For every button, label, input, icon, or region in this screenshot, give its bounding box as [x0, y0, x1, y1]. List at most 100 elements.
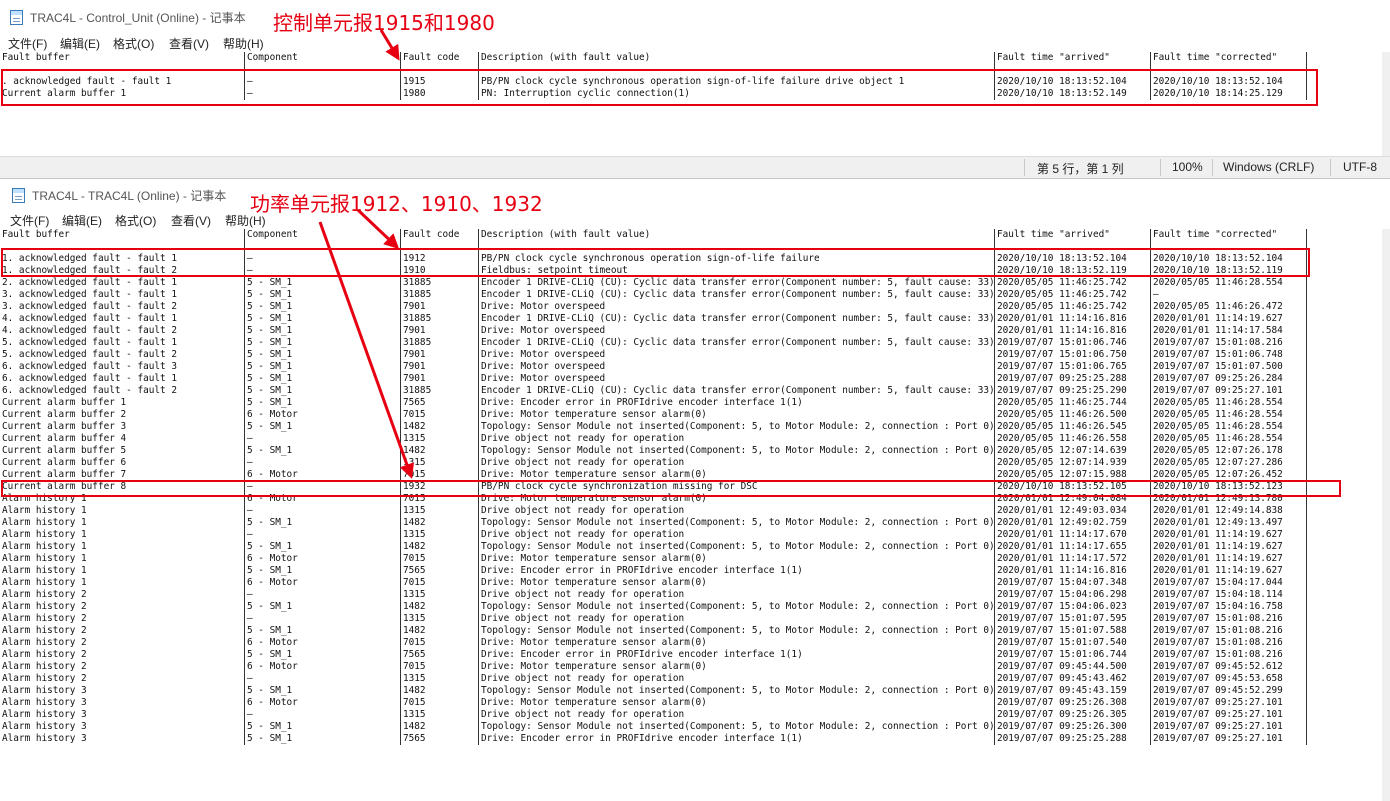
table-cell: —	[247, 433, 253, 444]
column-separator	[478, 505, 479, 517]
menu-help[interactable]: 帮助(H)	[223, 35, 264, 52]
table-cell: Topology: Sensor Module not inserted(Com…	[481, 625, 995, 636]
column-separator	[1150, 433, 1151, 445]
table-cell: 2020/10/10 18:13:52.104	[997, 76, 1127, 87]
column-separator	[1306, 601, 1307, 613]
column-separator	[478, 289, 479, 301]
table-cell: 1912	[403, 253, 426, 264]
table-cell: 5 - SM_1	[247, 337, 293, 348]
column-separator	[244, 265, 245, 277]
column-separator	[994, 577, 995, 589]
table-cell: 7015	[403, 577, 426, 588]
table-cell: Encoder 1 DRIVE-CLiQ (CU): Cyclic data t…	[481, 313, 995, 324]
text-editor-area[interactable]: Fault buffer Component Fault code Descripti…	[0, 229, 1390, 801]
column-separator	[478, 493, 479, 505]
table-cell: Alarm history 1	[2, 517, 87, 528]
column-separator	[1150, 529, 1151, 541]
title-bar[interactable]: TRAC4L - TRAC4L (Online) - 记事本	[0, 179, 1390, 213]
column-separator	[994, 481, 995, 493]
column-separator	[1306, 301, 1307, 313]
table-cell: 5 - SM_1	[247, 397, 293, 408]
table-cell: 2019/07/07 15:01:08.216	[1153, 649, 1283, 660]
column-separator	[1150, 76, 1151, 88]
column-separator	[400, 493, 401, 505]
table-cell: 2019/07/07 15:01:08.216	[1153, 613, 1283, 624]
column-separator	[1150, 577, 1151, 589]
column-separator	[1150, 469, 1151, 481]
column-separator	[478, 337, 479, 349]
table-cell: 1482	[403, 517, 426, 528]
table-cell: 2019/07/07 15:01:06.746	[997, 337, 1127, 348]
vertical-scrollbar[interactable]	[1382, 52, 1390, 156]
column-separator	[244, 481, 245, 493]
column-separator	[244, 577, 245, 589]
column-separator	[478, 553, 479, 565]
column-separator	[1150, 481, 1151, 493]
table-cell: 1. acknowledged fault - fault 1	[2, 253, 177, 264]
column-separator	[400, 325, 401, 337]
menu-edit[interactable]: 编辑(E)	[60, 35, 100, 52]
table-cell: 2019/07/07 15:01:06.765	[997, 361, 1127, 372]
table-cell: 2019/07/07 15:04:16.758	[1153, 601, 1283, 612]
menu-format[interactable]: 格式(O)	[115, 212, 156, 229]
column-separator	[1306, 421, 1307, 433]
column-separator	[1150, 709, 1151, 721]
column-separator	[1150, 397, 1151, 409]
column-separator	[400, 88, 401, 100]
column-separator	[478, 385, 479, 397]
column-separator	[244, 313, 245, 325]
column-separator	[244, 88, 245, 100]
column-separator	[244, 277, 245, 289]
table-cell: 1315	[403, 505, 426, 516]
table-cell: 2019/07/07 15:01:06.750	[997, 349, 1127, 360]
column-separator	[244, 337, 245, 349]
table-cell: 7901	[403, 361, 426, 372]
column-separator	[400, 673, 401, 685]
column-separator	[244, 421, 245, 433]
table-cell: 31885	[403, 385, 432, 396]
column-separator	[244, 409, 245, 421]
column-separator	[244, 52, 245, 64]
table-cell: 2020/10/10 18:13:52.104	[1153, 253, 1283, 264]
menu-edit[interactable]: 编辑(E)	[62, 212, 102, 229]
column-separator	[1306, 76, 1307, 88]
status-divider	[1160, 159, 1161, 176]
column-separator	[478, 64, 479, 76]
column-separator	[478, 277, 479, 289]
column-separator	[244, 433, 245, 445]
title-bar[interactable]: TRAC4L - Control_Unit (Online) - 记事本	[0, 0, 1390, 34]
column-separator	[478, 241, 479, 253]
column-separator	[1150, 517, 1151, 529]
table-cell: 2020/01/01 11:14:17.655	[997, 541, 1127, 552]
menu-file[interactable]: 文件(F)	[8, 35, 47, 52]
table-cell: 5 - SM_1	[247, 349, 293, 360]
status-encoding: UTF-8	[1343, 160, 1377, 174]
column-separator	[1306, 637, 1307, 649]
column-separator	[400, 397, 401, 409]
table-cell: 1315	[403, 457, 426, 468]
column-separator	[478, 649, 479, 661]
vertical-scrollbar[interactable]	[1382, 229, 1390, 801]
menu-view[interactable]: 查看(V)	[169, 35, 209, 52]
column-separator	[994, 88, 995, 100]
table-cell: 3. acknowledged fault - fault 2	[2, 301, 177, 312]
column-separator	[478, 313, 479, 325]
table-cell: Drive object not ready for operation	[481, 613, 685, 624]
menu-format[interactable]: 格式(O)	[113, 35, 154, 52]
menu-view[interactable]: 查看(V)	[171, 212, 211, 229]
column-separator	[478, 421, 479, 433]
table-cell: 2020/05/05 12:07:14.639	[997, 445, 1127, 456]
table-cell: Drive: Encoder error in PROFIdrive encod…	[481, 649, 803, 660]
column-separator	[994, 721, 995, 733]
column-separator	[1150, 673, 1151, 685]
table-cell: Topology: Sensor Module not inserted(Com…	[481, 421, 995, 432]
column-separator	[1306, 397, 1307, 409]
column-separator	[1150, 565, 1151, 577]
table-cell: 1482	[403, 541, 426, 552]
table-cell: 2020/10/10 18:13:52.149	[997, 88, 1127, 99]
text-editor-area[interactable]: Fault buffer Component Fault code Descripti…	[0, 52, 1390, 156]
table-cell: 6 - Motor	[247, 553, 298, 564]
table-cell: 2019/07/07 09:25:27.101	[1153, 697, 1283, 708]
menu-file[interactable]: 文件(F)	[10, 212, 49, 229]
table-cell: 2020/05/05 12:07:26.178	[1153, 445, 1283, 456]
